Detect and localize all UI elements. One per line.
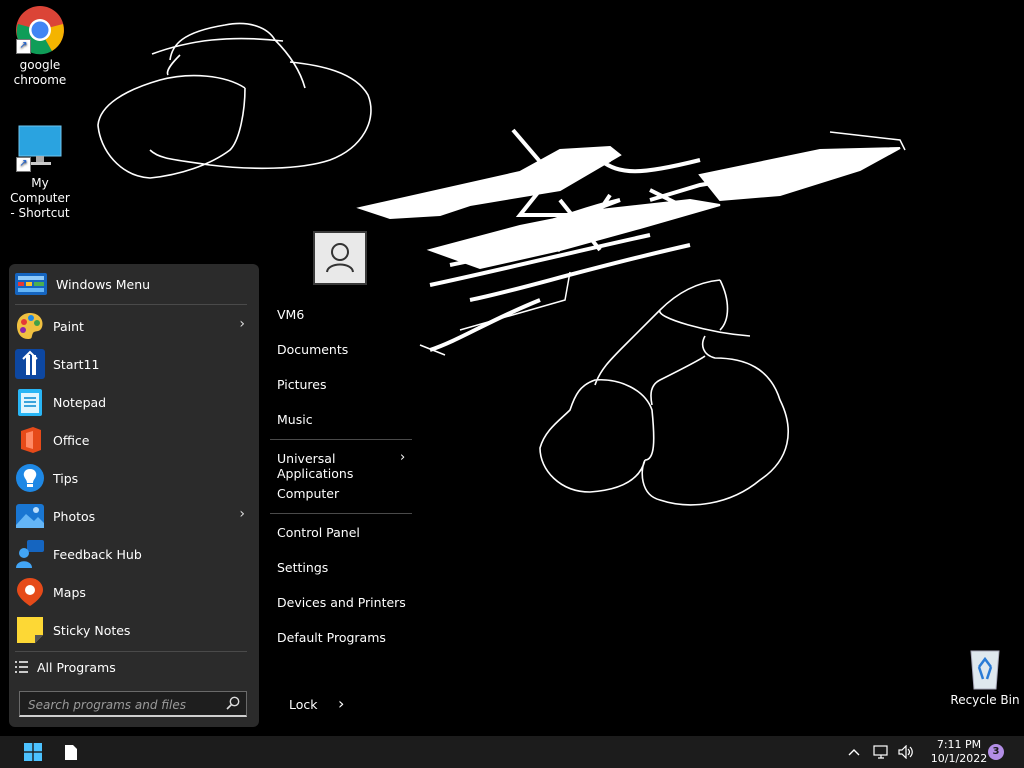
app-item-label: Office	[53, 432, 90, 448]
desktop-icon-chrome[interactable]: ↗ google chroome	[0, 4, 80, 88]
all-programs-label: All Programs	[37, 659, 116, 675]
list-icon	[15, 661, 28, 673]
chevron-right-icon[interactable]: ›	[338, 694, 344, 713]
place-devices-and-printers[interactable]: Devices and Printers	[277, 595, 406, 610]
shortcut-arrow-icon: ↗	[16, 39, 31, 54]
app-item-label: Photos	[53, 508, 96, 524]
taskbar: 7:11 PM 10/1/2022 3	[0, 736, 1024, 768]
file-icon	[65, 744, 77, 760]
feedback-hub-icon	[16, 540, 44, 568]
place-computer[interactable]: Computer	[277, 486, 339, 501]
monitor-icon: ↗	[14, 122, 66, 174]
divider	[15, 651, 247, 652]
sticky-notes-icon	[17, 617, 43, 643]
desktop-icon-label: Recycle Bin	[950, 693, 1020, 707]
show-hidden-icons-button[interactable]	[844, 736, 864, 768]
all-programs-button[interactable]: All Programs	[15, 657, 116, 677]
desktop-icon-label: My Computer - Shortcut	[10, 176, 70, 220]
place-music[interactable]: Music	[277, 412, 313, 427]
clock[interactable]: 7:11 PM 10/1/2022	[924, 738, 994, 766]
shortcut-arrow-icon: ↗	[16, 157, 31, 172]
network-icon	[873, 744, 888, 759]
user-icon	[326, 243, 354, 273]
start11-icon	[15, 349, 45, 379]
notepad-icon	[18, 389, 42, 416]
app-item-start11[interactable]: Start11	[15, 346, 253, 382]
app-item-tips[interactable]: Tips	[15, 460, 253, 496]
windows-menu-icon	[15, 273, 47, 295]
start-menu-header[interactable]: Windows Menu	[15, 270, 150, 298]
clock-time: 7:11 PM	[936, 738, 982, 751]
chrome-icon: ↗	[14, 4, 66, 56]
search-box[interactable]	[19, 691, 247, 717]
clock-date: 10/1/2022	[930, 752, 988, 765]
photos-icon	[16, 504, 44, 528]
place-settings[interactable]: Settings	[277, 560, 328, 575]
recycle-bin-icon	[965, 645, 1005, 691]
app-item-paint[interactable]: Paint ›	[15, 308, 253, 344]
divider	[270, 513, 412, 514]
search-input[interactable]	[26, 695, 220, 715]
app-item-label: Feedback Hub	[53, 546, 142, 562]
app-item-label: Paint	[53, 318, 84, 334]
app-item-maps[interactable]: Maps	[15, 574, 253, 610]
app-item-photos[interactable]: Photos ›	[15, 498, 253, 534]
app-item-feedback-hub[interactable]: Feedback Hub	[15, 536, 253, 572]
app-item-label: Tips	[53, 470, 79, 486]
desktop-icon-recycle-bin[interactable]: Recycle Bin	[945, 645, 1024, 708]
app-item-label: Start11	[53, 356, 100, 372]
app-item-label: Maps	[53, 584, 86, 600]
place-pictures[interactable]: Pictures	[277, 377, 327, 392]
speaker-icon	[898, 745, 913, 759]
start-menu-places: VM6 Documents Pictures Music Universal A…	[259, 296, 414, 727]
taskbar-file-button[interactable]	[58, 736, 84, 768]
desktop-icon-my-computer[interactable]: ↗ My Computer - Shortcut	[0, 122, 80, 221]
chevron-right-icon: ›	[239, 506, 245, 522]
place-user-folder[interactable]: VM6	[277, 307, 304, 322]
search-icon[interactable]	[226, 696, 240, 710]
place-label: Universal Applications	[277, 451, 354, 481]
app-item-label: Notepad	[53, 394, 107, 410]
place-default-programs[interactable]: Default Programs	[277, 630, 386, 645]
lock-button[interactable]: Lock	[289, 697, 318, 712]
app-item-notepad[interactable]: Notepad	[15, 384, 253, 420]
app-item-office[interactable]: Office	[15, 422, 253, 458]
windows-logo-icon	[24, 743, 42, 761]
office-icon	[21, 427, 41, 453]
app-item-label: Sticky Notes	[53, 622, 131, 638]
desktop-icon-label: google chroome	[13, 58, 67, 87]
start-menu-title: Windows Menu	[56, 276, 151, 292]
network-button[interactable]	[871, 736, 891, 768]
place-documents[interactable]: Documents	[277, 342, 348, 357]
volume-button[interactable]	[896, 736, 916, 768]
chevron-right-icon: ›	[239, 316, 245, 332]
app-item-sticky-notes[interactable]: Sticky Notes	[15, 612, 253, 648]
divider	[270, 439, 412, 440]
place-universal-applications[interactable]: Universal Applications ›	[277, 450, 414, 481]
start-button[interactable]	[18, 736, 48, 768]
chevron-up-icon	[848, 749, 860, 756]
maps-icon	[17, 578, 43, 606]
tips-icon	[16, 464, 44, 492]
divider	[15, 304, 247, 305]
user-avatar[interactable]	[313, 231, 367, 285]
start-menu-programs: Windows Menu Paint › Start11 Notepad Off…	[9, 264, 259, 727]
notification-badge[interactable]: 3	[988, 744, 1004, 760]
chevron-right-icon: ›	[400, 450, 406, 465]
place-control-panel[interactable]: Control Panel	[277, 525, 360, 540]
paint-icon	[17, 313, 43, 339]
